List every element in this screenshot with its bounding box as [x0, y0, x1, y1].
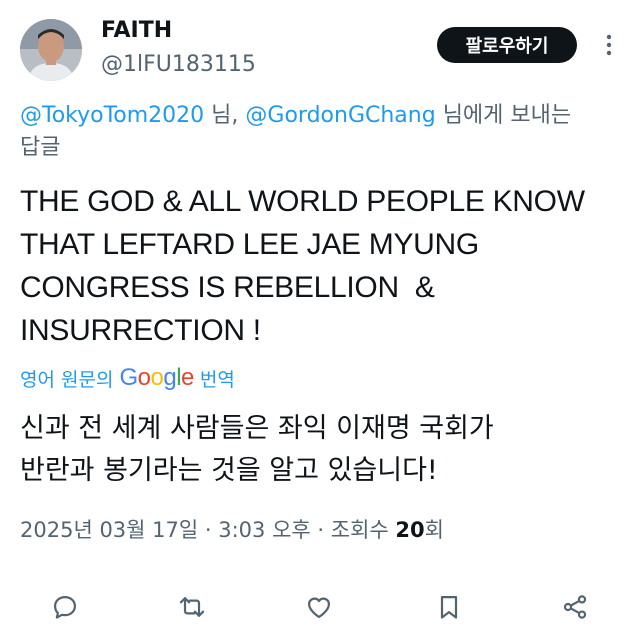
author-handle[interactable]: @1lFU183115	[101, 52, 256, 77]
translated-text: 신과 전 세계 사람들은 좌익 이재명 국회가 반란과 봉기라는 것을 알고 있…	[20, 408, 620, 492]
tweet-header: FAITH @1lFU183115 팔로우하기	[0, 0, 640, 95]
tweet-time[interactable]: 3:03 오후	[218, 518, 310, 542]
reply-text: 님,	[204, 103, 246, 128]
reply-label: 답글	[20, 135, 61, 160]
share-icon[interactable]	[557, 589, 593, 625]
translate-link[interactable]: 영어 원문의 Google 번역	[20, 362, 235, 394]
tweet-line: CONGRESS IS REBELLION &	[20, 271, 435, 304]
tweet-line: THE GOD & ALL WORLD PEOPLE KNOW	[20, 185, 585, 218]
bookmark-icon[interactable]	[431, 589, 467, 625]
views-unit: 회	[424, 518, 444, 542]
avatar-photo	[20, 19, 82, 81]
views-count: 20	[395, 518, 425, 542]
more-icon[interactable]	[598, 30, 620, 60]
google-logo: Google	[119, 364, 194, 391]
mention-link[interactable]: @GordonGChang	[245, 103, 435, 128]
avatar[interactable]	[20, 19, 82, 81]
translate-suffix: 번역	[199, 368, 235, 391]
meta-separator: ·	[310, 518, 331, 542]
translate-prefix: 영어 원문의	[20, 368, 114, 391]
retweet-icon[interactable]	[174, 589, 210, 625]
views-label: 조회수	[330, 518, 396, 542]
tweet-meta: 2025년 03월 17일 · 3:03 오후 · 조회수 20회	[20, 514, 444, 544]
tweet-text: THE GOD & ALL WORLD PEOPLE KNOW THAT LEF…	[20, 180, 620, 352]
meta-separator: ·	[198, 518, 219, 542]
follow-button[interactable]: 팔로우하기	[437, 27, 577, 63]
author-name[interactable]: FAITH	[101, 18, 172, 43]
mention-link[interactable]: @TokyoTom2020	[20, 103, 204, 128]
reply-icon[interactable]	[47, 589, 83, 625]
like-icon[interactable]	[301, 589, 337, 625]
reply-text: 님에게 보내는	[435, 103, 572, 128]
reply-context: @TokyoTom2020 님, @GordonGChang 님에게 보내는 답…	[20, 100, 640, 164]
tweet-line: INSURRECTION !	[20, 314, 261, 347]
translated-line: 신과 전 세계 사람들은 좌익 이재명 국회가	[20, 413, 494, 444]
tweet-date[interactable]: 2025년 03월 17일	[20, 518, 198, 542]
tweet-line: THAT LEFTARD LEE JAE MYUNG	[20, 228, 479, 261]
translated-line: 반란과 봉기라는 것을 알고 있습니다!	[20, 455, 438, 486]
action-bar	[0, 585, 640, 629]
